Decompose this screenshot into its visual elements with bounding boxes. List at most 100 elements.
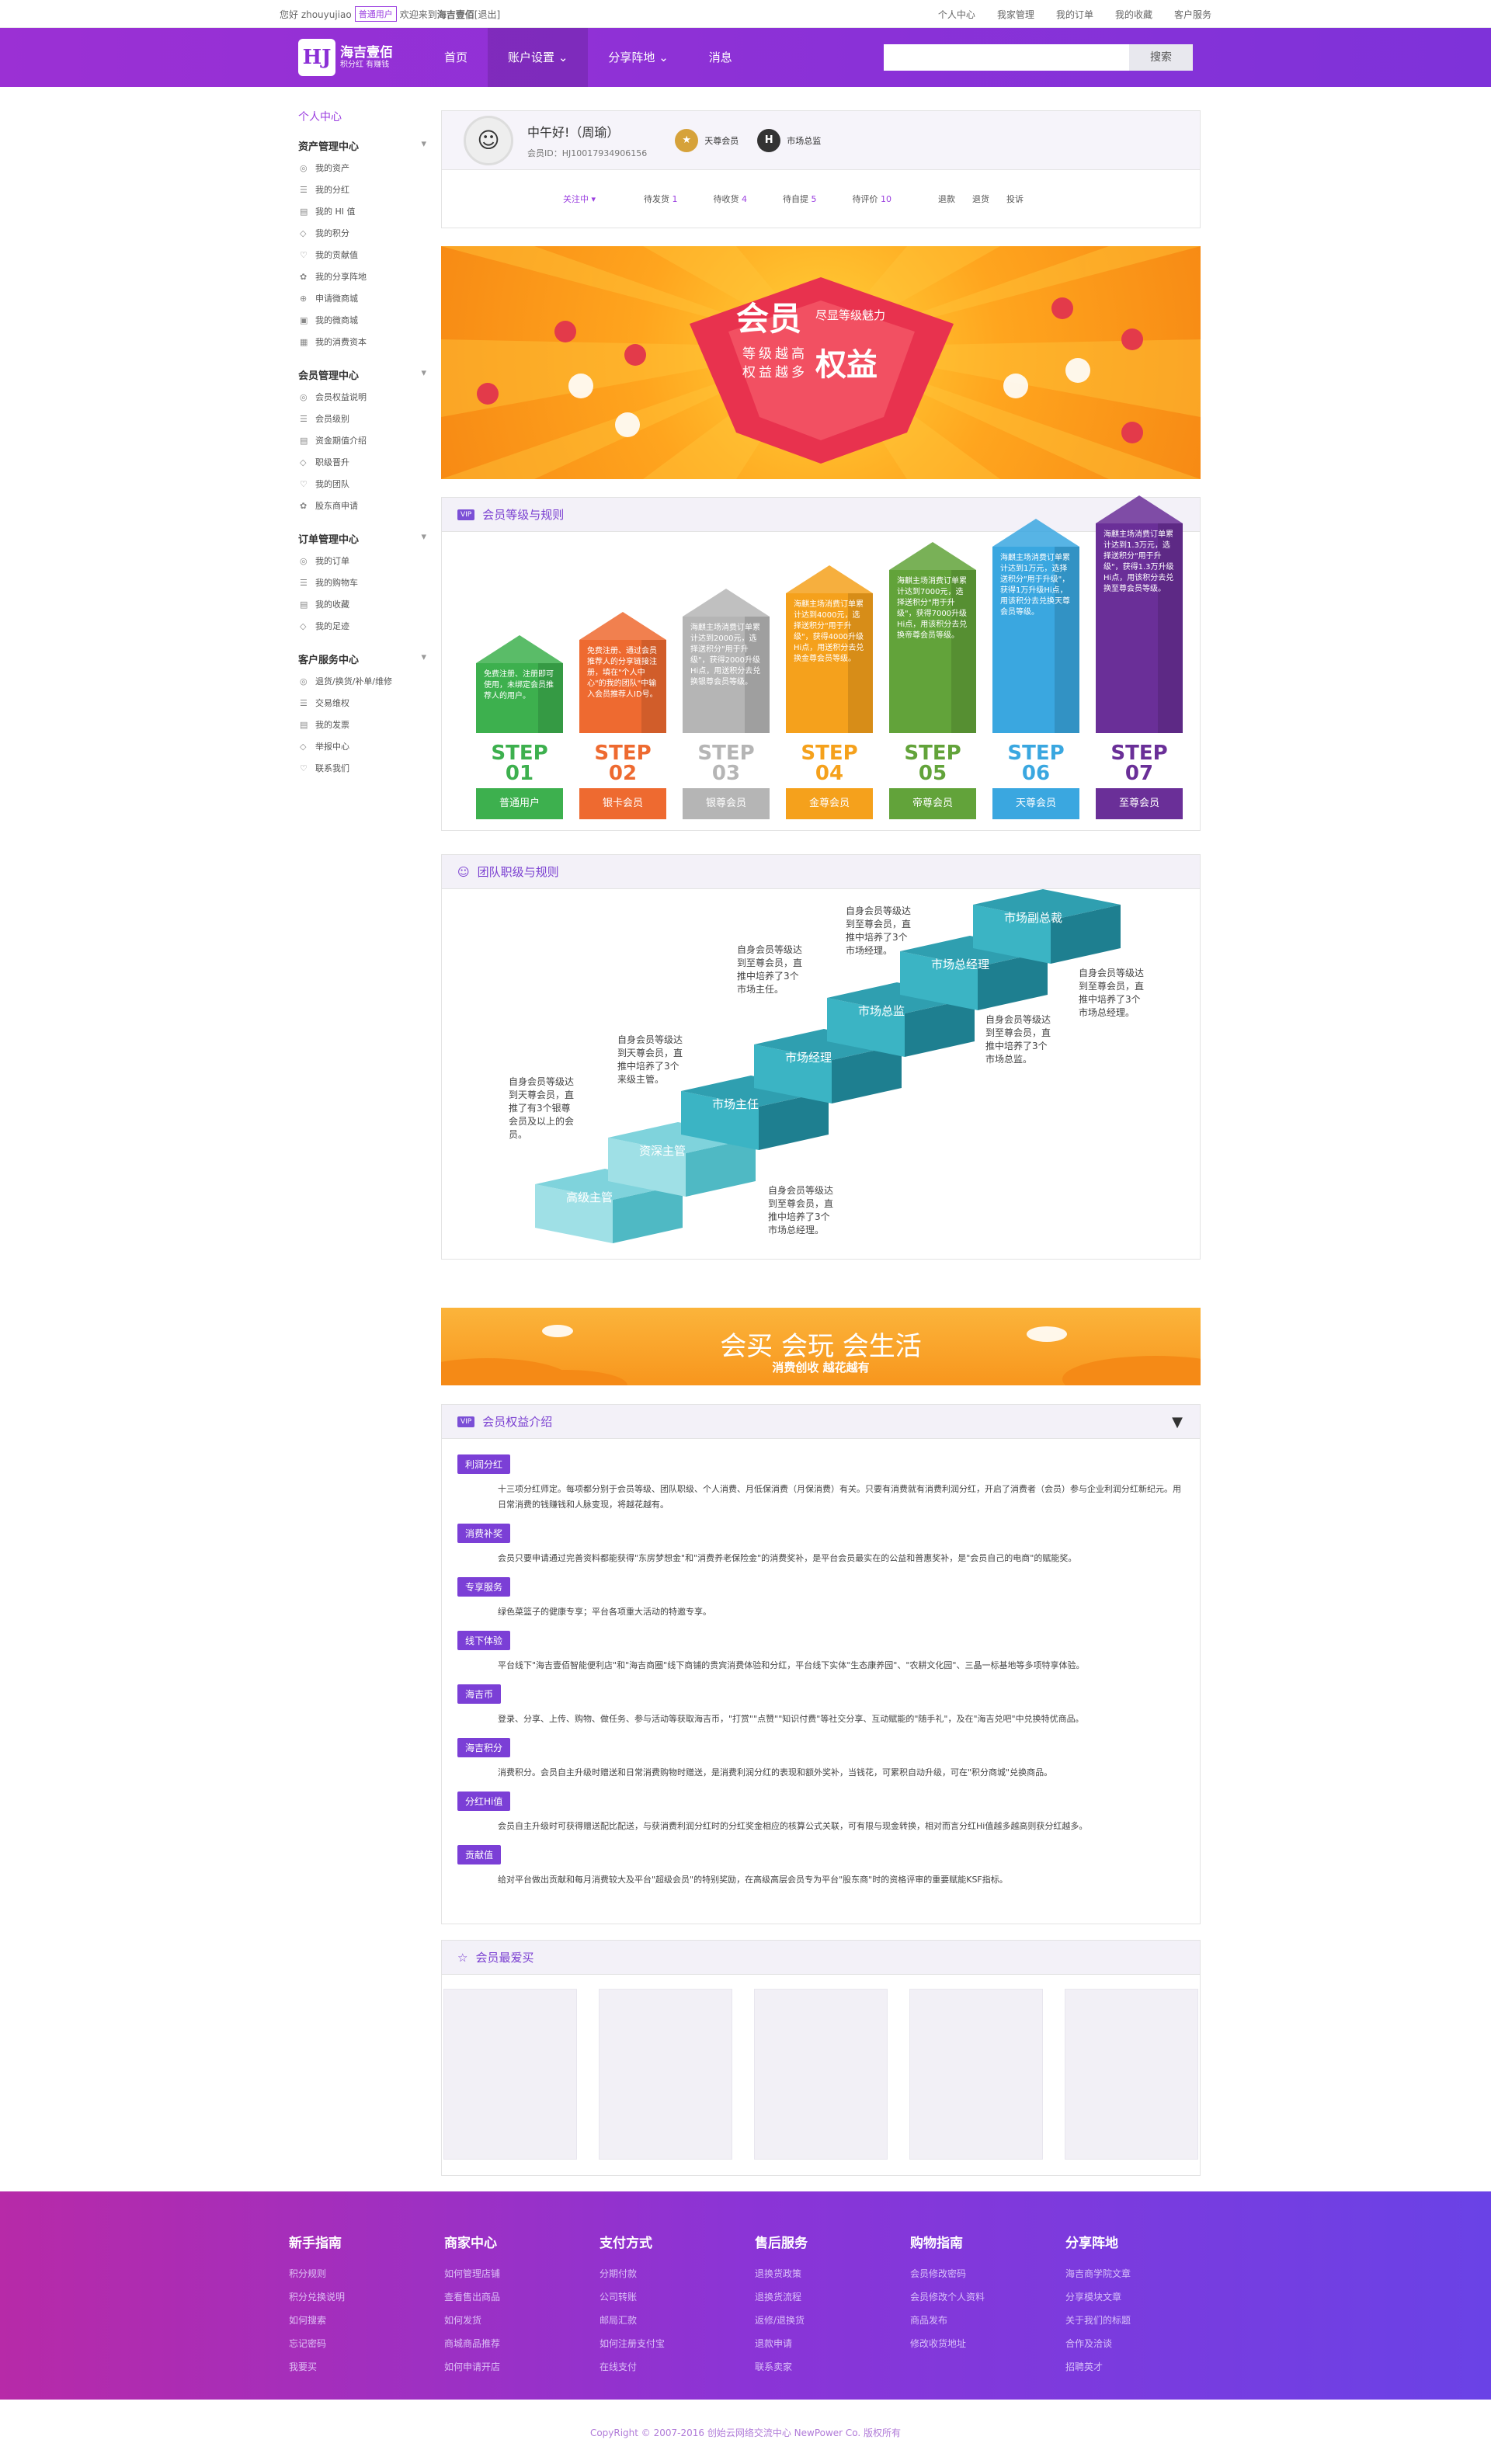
top-link-service[interactable]: 客户服务	[1174, 8, 1211, 21]
footer-link[interactable]: 会员修改个人资料	[910, 2285, 1065, 2309]
sidebar-item[interactable]: ☰ 我的购物车	[298, 572, 426, 594]
sidebar-item[interactable]: ◇ 我的积分	[298, 223, 426, 245]
product-card[interactable]	[443, 1989, 577, 2160]
footer-link[interactable]: 招聘英才	[1065, 2355, 1221, 2379]
footer-link[interactable]: 如何搜索	[289, 2309, 444, 2332]
product-card[interactable]	[599, 1989, 732, 2160]
search-button[interactable]: 搜索	[1129, 44, 1193, 71]
footer-link[interactable]: 我要买	[289, 2355, 444, 2379]
footer-link[interactable]: 联系卖家	[755, 2355, 910, 2379]
footer-link[interactable]: 如何发货	[444, 2309, 600, 2332]
nav-share[interactable]: 分享阵地 ⌄	[588, 28, 688, 87]
complaint-link[interactable]: 投诉	[1006, 193, 1024, 205]
sidebar-item[interactable]: ♡ 我的贡献值	[298, 245, 426, 266]
sidebar-item-label: 联系我们	[315, 763, 349, 773]
sidebar-item[interactable]: ♡ 我的团队	[298, 474, 426, 495]
menu-icon: ▤	[300, 599, 308, 610]
collapse-icon[interactable]: ▼	[1172, 1414, 1183, 1430]
sidebar-item[interactable]: ▤ 我的 HI 值	[298, 201, 426, 223]
footer-link[interactable]: 返修/退换货	[755, 2309, 910, 2332]
product-card[interactable]	[1065, 1989, 1198, 2160]
nav-account-settings[interactable]: 账户设置 ⌄	[488, 28, 589, 87]
footer-link[interactable]: 海吉商学院文章	[1065, 2262, 1221, 2285]
sidebar-item-label: 我的购物车	[315, 578, 358, 588]
sidebar-group[interactable]: 资产管理中心 ▾	[298, 138, 426, 153]
rights-tag: 海吉币	[457, 1684, 502, 1704]
footer-link[interactable]: 商城商品推荐	[444, 2332, 600, 2355]
sidebar-item-label: 退货/换货/补单/维修	[315, 676, 393, 686]
sidebar-item-label: 我的团队	[315, 479, 349, 489]
menu-icon: ♡	[300, 479, 308, 489]
footer-link[interactable]: 退换货政策	[755, 2262, 910, 2285]
footer-link[interactable]: 如何注册支付宝	[600, 2332, 755, 2355]
return-link[interactable]: 退货	[972, 193, 989, 205]
medal-icon: H	[757, 128, 781, 152]
sidebar-item[interactable]: ▤ 资金期值介绍	[298, 430, 426, 452]
tab-to-receive[interactable]: 待收货 4	[714, 193, 748, 205]
sidebar-item[interactable]: ◇ 举报中心	[298, 736, 426, 758]
sidebar-item[interactable]: ◎ 我的订单	[298, 551, 426, 572]
footer-link[interactable]: 忘记密码	[289, 2332, 444, 2355]
sidebar-item[interactable]: ◎ 会员权益说明	[298, 387, 426, 408]
top-link-orders[interactable]: 我的订单	[1056, 8, 1093, 21]
sidebar-item[interactable]: ◇ 我的足迹	[298, 616, 426, 638]
sidebar-item[interactable]: ◎ 我的资产	[298, 158, 426, 179]
search-input[interactable]	[884, 44, 1129, 71]
footer-link[interactable]: 积分规则	[289, 2262, 444, 2285]
refund-link[interactable]: 退款	[938, 193, 955, 205]
sidebar-item[interactable]: ◎ 退货/换货/补单/维修	[298, 671, 426, 693]
footer-link[interactable]: 查看售出商品	[444, 2285, 600, 2309]
product-card[interactable]	[909, 1989, 1043, 2160]
sidebar-item[interactable]: ☰ 我的分红	[298, 179, 426, 201]
sidebar-item[interactable]: ⊕ 申请微商城	[298, 288, 426, 310]
sidebar-item[interactable]: ☰ 会员级别	[298, 408, 426, 430]
rights-desc: 会员只要申请通过完善资料都能获得"东房梦想金"和"消费养老保险金"的消费奖补，是…	[498, 1553, 1077, 1563]
footer-link[interactable]: 如何申请开店	[444, 2355, 600, 2379]
top-link-favorites[interactable]: 我的收藏	[1115, 8, 1152, 21]
footer-link[interactable]: 关于我们的标题	[1065, 2309, 1221, 2332]
sidebar-group-label: 资产管理中心	[298, 141, 360, 153]
footer-link[interactable]: 商品发布	[910, 2309, 1065, 2332]
footer-link[interactable]: 退款申请	[755, 2332, 910, 2355]
footer-link[interactable]: 退换货流程	[755, 2285, 910, 2309]
sidebar-item[interactable]: ✿ 股东商申请	[298, 495, 426, 517]
sidebar-item[interactable]: ◇ 职级晋升	[298, 452, 426, 474]
footer-link[interactable]: 在线支付	[600, 2355, 755, 2379]
footer-link[interactable]: 如何管理店铺	[444, 2262, 600, 2285]
sidebar-item[interactable]: ▦ 我的消费资本	[298, 332, 426, 353]
sidebar-group[interactable]: 客户服务中心 ▾	[298, 652, 426, 666]
sidebar-item[interactable]: ▤ 我的收藏	[298, 594, 426, 616]
site-name: 海吉壹佰	[436, 9, 474, 20]
nav-home[interactable]: 首页	[424, 28, 488, 87]
sidebar-item[interactable]: ☰ 交易维权	[298, 693, 426, 714]
sidebar-group[interactable]: 订单管理中心 ▾	[298, 531, 426, 546]
nav-messages[interactable]: 消息	[689, 28, 752, 87]
top-link-manage[interactable]: 我家管理	[997, 8, 1034, 21]
footer-link[interactable]: 邮局汇款	[600, 2309, 755, 2332]
footer-link[interactable]: 分享模块文章	[1065, 2285, 1221, 2309]
footer-link[interactable]: 分期付款	[600, 2262, 755, 2285]
avatar[interactable]: ☺	[464, 115, 513, 165]
footer-link[interactable]: 合作及洽谈	[1065, 2332, 1221, 2355]
sidebar-group[interactable]: 会员管理中心 ▾	[298, 367, 426, 382]
sidebar-item[interactable]: ♡ 联系我们	[298, 758, 426, 780]
sidebar-item[interactable]: ▣ 我的微商城	[298, 310, 426, 332]
footer-link[interactable]: 积分兑换说明	[289, 2285, 444, 2309]
chevron-down-icon: ▾	[421, 531, 426, 543]
tab-pickup[interactable]: 待自提 5	[783, 193, 817, 205]
sidebar-item[interactable]: ▤ 我的发票	[298, 714, 426, 736]
tab-to-ship[interactable]: 待发货 1	[644, 193, 678, 205]
logout-link[interactable]: [退出]	[474, 8, 500, 21]
footer-link[interactable]: 会员修改密码	[910, 2262, 1065, 2285]
footer-link[interactable]: 修改收货地址	[910, 2332, 1065, 2355]
site-logo[interactable]: HJ 海吉壹佰 积分红 有赚钱	[298, 39, 393, 76]
chevron-down-icon: ▾	[421, 138, 426, 150]
top-link-personal[interactable]: 个人中心	[938, 8, 975, 21]
footer-column: 支付方式 分期付款 公司转账 邮局汇款 如何注册支付宝 在线支付	[600, 2232, 755, 2379]
sidebar-item[interactable]: ✿ 我的分享阵地	[298, 266, 426, 288]
footer-link[interactable]: 公司转账	[600, 2285, 755, 2309]
tab-to-review[interactable]: 待评价 10	[853, 193, 892, 205]
stair-level-label: 资深主管	[639, 1144, 686, 1158]
product-card[interactable]	[754, 1989, 888, 2160]
tab-following[interactable]: 关注中 ▾	[563, 193, 596, 205]
